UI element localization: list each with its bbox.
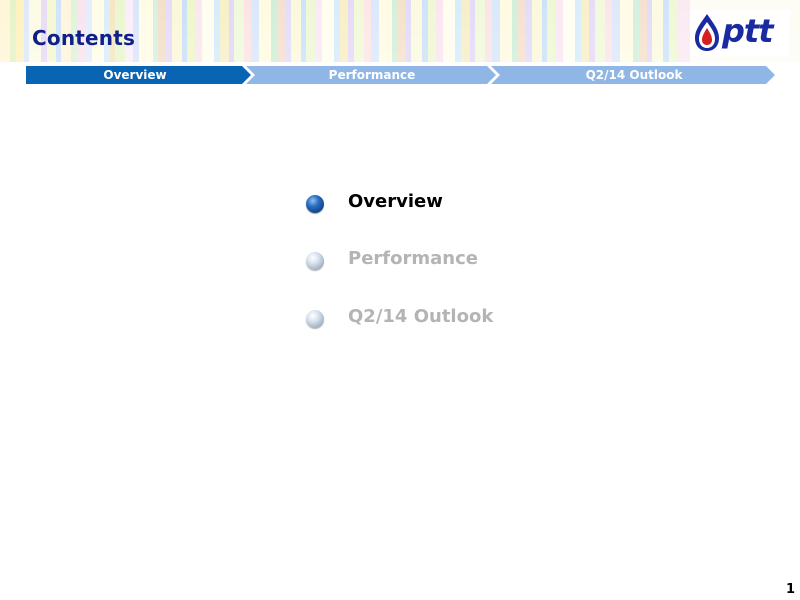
agenda-label-overview: Overview — [348, 191, 443, 212]
agenda-item-overview[interactable]: Overview — [304, 188, 624, 218]
agenda-item-outlook[interactable]: Q2/14 Outlook — [304, 303, 624, 333]
nav-step-overview[interactable]: Overview — [30, 67, 240, 83]
page-number: 1 — [786, 582, 796, 597]
nav-step-outlook[interactable]: Q2/14 Outlook — [503, 67, 765, 83]
logo-text: ptt — [722, 12, 773, 50]
page-title: Contents — [32, 26, 136, 50]
grey-sphere-bullet-icon — [306, 252, 324, 270]
nav-step-performance[interactable]: Performance — [258, 67, 486, 83]
ptt-logo: ptt — [690, 10, 790, 56]
grey-sphere-bullet-icon — [306, 310, 324, 328]
agenda-label-performance: Performance — [348, 248, 478, 269]
agenda-label-outlook: Q2/14 Outlook — [348, 306, 494, 327]
agenda-item-performance[interactable]: Performance — [304, 245, 624, 275]
section-nav: Overview Performance Q2/14 Outlook — [0, 66, 800, 84]
ptt-flame-icon — [695, 14, 719, 51]
blue-sphere-bullet-icon — [306, 195, 324, 213]
